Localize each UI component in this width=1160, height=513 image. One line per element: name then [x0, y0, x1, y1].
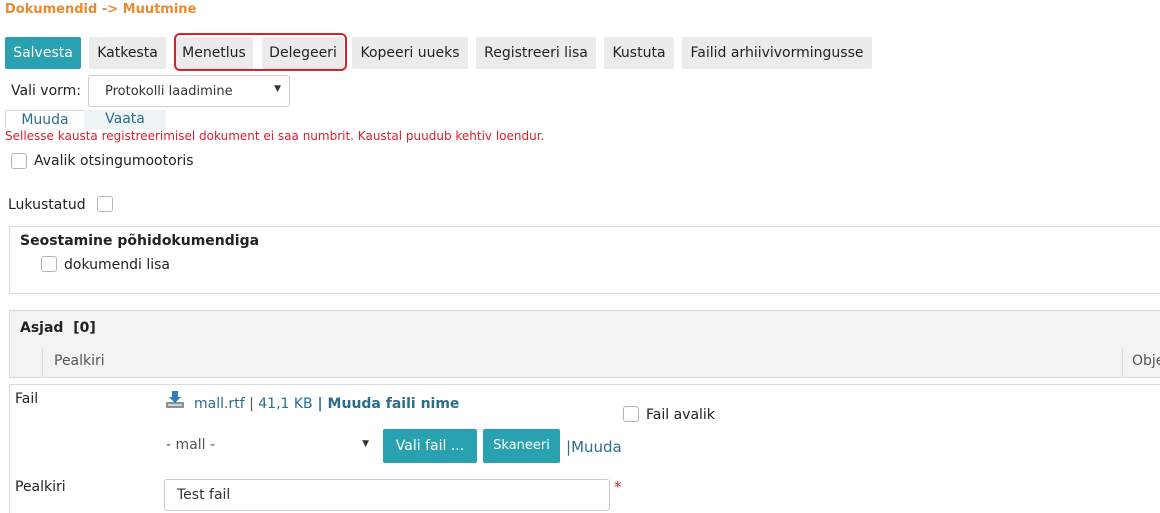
document-attachment-checkbox[interactable] [41, 256, 57, 272]
required-indicator: * [614, 478, 622, 496]
breadcrumb: Dokumendid -> Muutmine [5, 2, 197, 17]
document-attachment-label: dokumendi lisa [64, 257, 171, 273]
copy-as-new-button[interactable]: Kopeeri uueks [352, 37, 468, 69]
folder-warning: Sellesse kausta registreerimisel dokumen… [5, 129, 545, 143]
form-select-label: Vali vorm: [11, 83, 82, 99]
title-input[interactable]: Test fail [164, 479, 610, 511]
asjad-count: [0] [73, 320, 96, 336]
edit-file-link-group: |Muuda [566, 438, 622, 456]
template-select[interactable]: - mall - ▼ [160, 428, 375, 464]
column-header-object[interactable]: Obje [1132, 353, 1160, 369]
file-section-border [9, 384, 10, 513]
rename-file-link[interactable]: Muuda faili nime [328, 396, 460, 412]
file-name-link[interactable]: mall.rtf [194, 396, 245, 412]
file-info: mall.rtf | 41,1 KB | Muuda faili nime [194, 396, 459, 412]
delegate-button[interactable]: Delegeeri [262, 37, 344, 69]
process-button[interactable]: Menetlus [175, 37, 253, 69]
file-label: Fail [15, 391, 39, 407]
public-search-checkbox[interactable] [11, 153, 27, 169]
choose-file-button[interactable]: Vali fail ... [383, 429, 477, 463]
scan-button[interactable]: Skaneeri [483, 429, 560, 463]
download-icon[interactable] [165, 389, 185, 411]
file-section-top-border [9, 384, 1160, 385]
form-select-value: Protokolli laadimine [105, 84, 233, 99]
tab-edit[interactable]: Muuda [5, 110, 85, 129]
cancel-button[interactable]: Katkesta [89, 37, 166, 69]
asjad-header [9, 310, 1160, 348]
linking-title: Seostamine põhidokumendiga [20, 233, 260, 249]
asjad-title: Asjad [0] [20, 320, 96, 336]
file-public-checkbox[interactable] [623, 406, 639, 422]
file-size: 41,1 KB [258, 396, 313, 412]
separator: | [312, 396, 328, 412]
column-divider [42, 348, 43, 377]
column-divider [1122, 348, 1123, 377]
separator: | [244, 396, 259, 412]
column-header-title[interactable]: Pealkiri [54, 353, 105, 369]
template-select-value: - mall - [166, 437, 215, 453]
public-search-label: Avalik otsingumootoris [34, 153, 194, 169]
chevron-down-icon: ▼ [362, 439, 369, 449]
file-public-label: Fail avalik [646, 407, 715, 423]
locked-label: Lukustatud [8, 197, 86, 213]
asjad-title-text: Asjad [20, 320, 64, 336]
delete-button[interactable]: Kustuta [604, 37, 674, 69]
chevron-down-icon: ▼ [274, 84, 281, 94]
asjad-columns-row [9, 347, 1160, 378]
tab-view[interactable]: Vaata [84, 110, 166, 129]
save-button[interactable]: Salvesta [5, 37, 81, 69]
locked-checkbox[interactable] [97, 196, 113, 212]
edit-file-link[interactable]: Muuda [571, 438, 622, 456]
archive-format-button[interactable]: Failid arhiivivormingusse [682, 37, 872, 69]
title-field-label: Pealkiri [15, 479, 66, 495]
register-attachment-button[interactable]: Registreeri lisa [476, 37, 596, 69]
form-select[interactable]: Protokolli laadimine ▼ [88, 75, 290, 107]
